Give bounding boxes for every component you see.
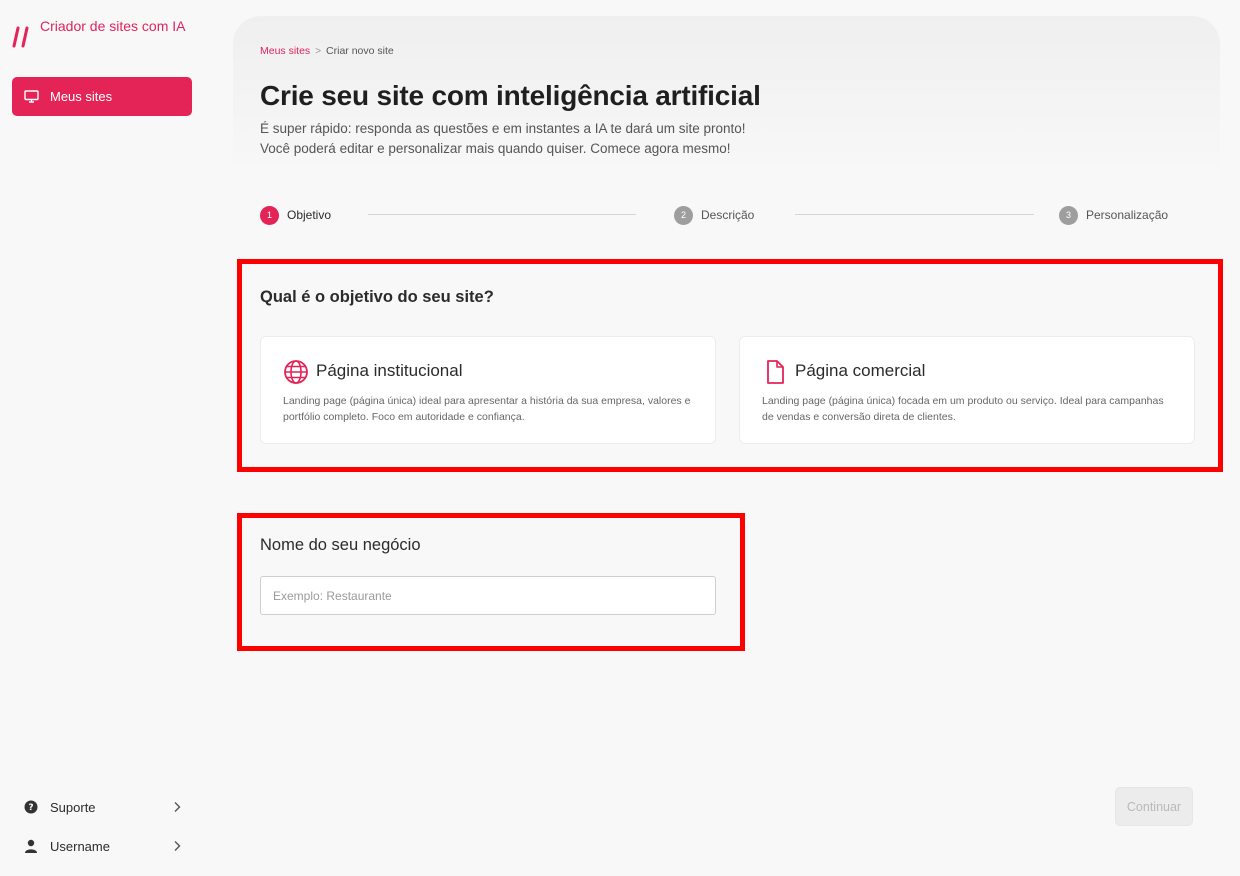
step-objetivo: 1 Objetivo bbox=[260, 205, 331, 225]
help-circle-icon: ? bbox=[24, 800, 38, 814]
sidebar: Criador de sites com IA Meus sites ? Sup… bbox=[0, 0, 206, 876]
breadcrumb-separator: > bbox=[315, 45, 322, 57]
page-subtitle: É super rápido: responda as questões e e… bbox=[260, 119, 820, 159]
document-icon bbox=[767, 360, 784, 384]
objective-question: Qual é o objetivo do seu site? bbox=[260, 288, 494, 306]
sidebar-item-meus-sites[interactable]: Meus sites bbox=[12, 77, 192, 116]
brand[interactable]: Criador de sites com IA bbox=[12, 16, 197, 48]
step-number: 1 bbox=[260, 205, 279, 225]
brand-title: Criador de sites com IA bbox=[40, 18, 186, 34]
user-icon bbox=[25, 839, 37, 853]
sidebar-item-label: Meus sites bbox=[50, 89, 113, 104]
business-name-input[interactable] bbox=[260, 576, 716, 615]
subtitle-line: É super rápido: responda as questões e e… bbox=[260, 121, 746, 136]
step-number: 3 bbox=[1059, 205, 1078, 225]
option-description: Landing page (página única) ideal para a… bbox=[283, 395, 691, 423]
chevron-right-icon bbox=[174, 802, 181, 812]
sidebar-item-label: Username bbox=[50, 838, 110, 854]
step-connector bbox=[368, 214, 636, 215]
chevron-right-icon bbox=[174, 841, 181, 851]
svg-text:?: ? bbox=[28, 803, 33, 813]
sidebar-item-suporte[interactable]: ? Suporte bbox=[24, 796, 182, 818]
breadcrumb-current: Criar novo site bbox=[326, 45, 394, 57]
step-connector bbox=[795, 214, 1034, 215]
option-card-comercial[interactable]: Página comercial Landing page (página ún… bbox=[739, 336, 1195, 444]
page-title: Crie seu site com inteligência artificia… bbox=[260, 80, 761, 111]
option-description: Landing page (página única) focada em um… bbox=[762, 395, 1164, 423]
sidebar-item-username[interactable]: Username bbox=[24, 835, 182, 857]
breadcrumb: Meus sites > Criar novo site bbox=[260, 45, 394, 57]
brand-logo-icon bbox=[12, 26, 29, 48]
step-personalizacao: 3 Personalização bbox=[1059, 205, 1168, 225]
monitor-icon bbox=[24, 90, 39, 103]
option-title: Página comercial bbox=[795, 361, 926, 380]
option-title: Página institucional bbox=[316, 361, 463, 380]
globe-icon bbox=[284, 360, 308, 384]
step-label: Personalização bbox=[1086, 208, 1169, 222]
business-name-label: Nome do seu negócio bbox=[260, 536, 421, 554]
step-label: Descrição bbox=[701, 208, 755, 222]
subtitle-line: Você poderá editar e personalizar mais q… bbox=[260, 141, 731, 156]
step-number: 2 bbox=[674, 205, 693, 225]
continue-button[interactable]: Continuar bbox=[1115, 787, 1193, 826]
breadcrumb-link-meus-sites[interactable]: Meus sites bbox=[260, 45, 310, 57]
option-card-institucional[interactable]: Página institucional Landing page (págin… bbox=[260, 336, 716, 444]
sidebar-item-label: Suporte bbox=[50, 799, 96, 815]
step-label: Objetivo bbox=[287, 208, 332, 222]
step-descricao: 2 Descrição bbox=[674, 205, 754, 225]
